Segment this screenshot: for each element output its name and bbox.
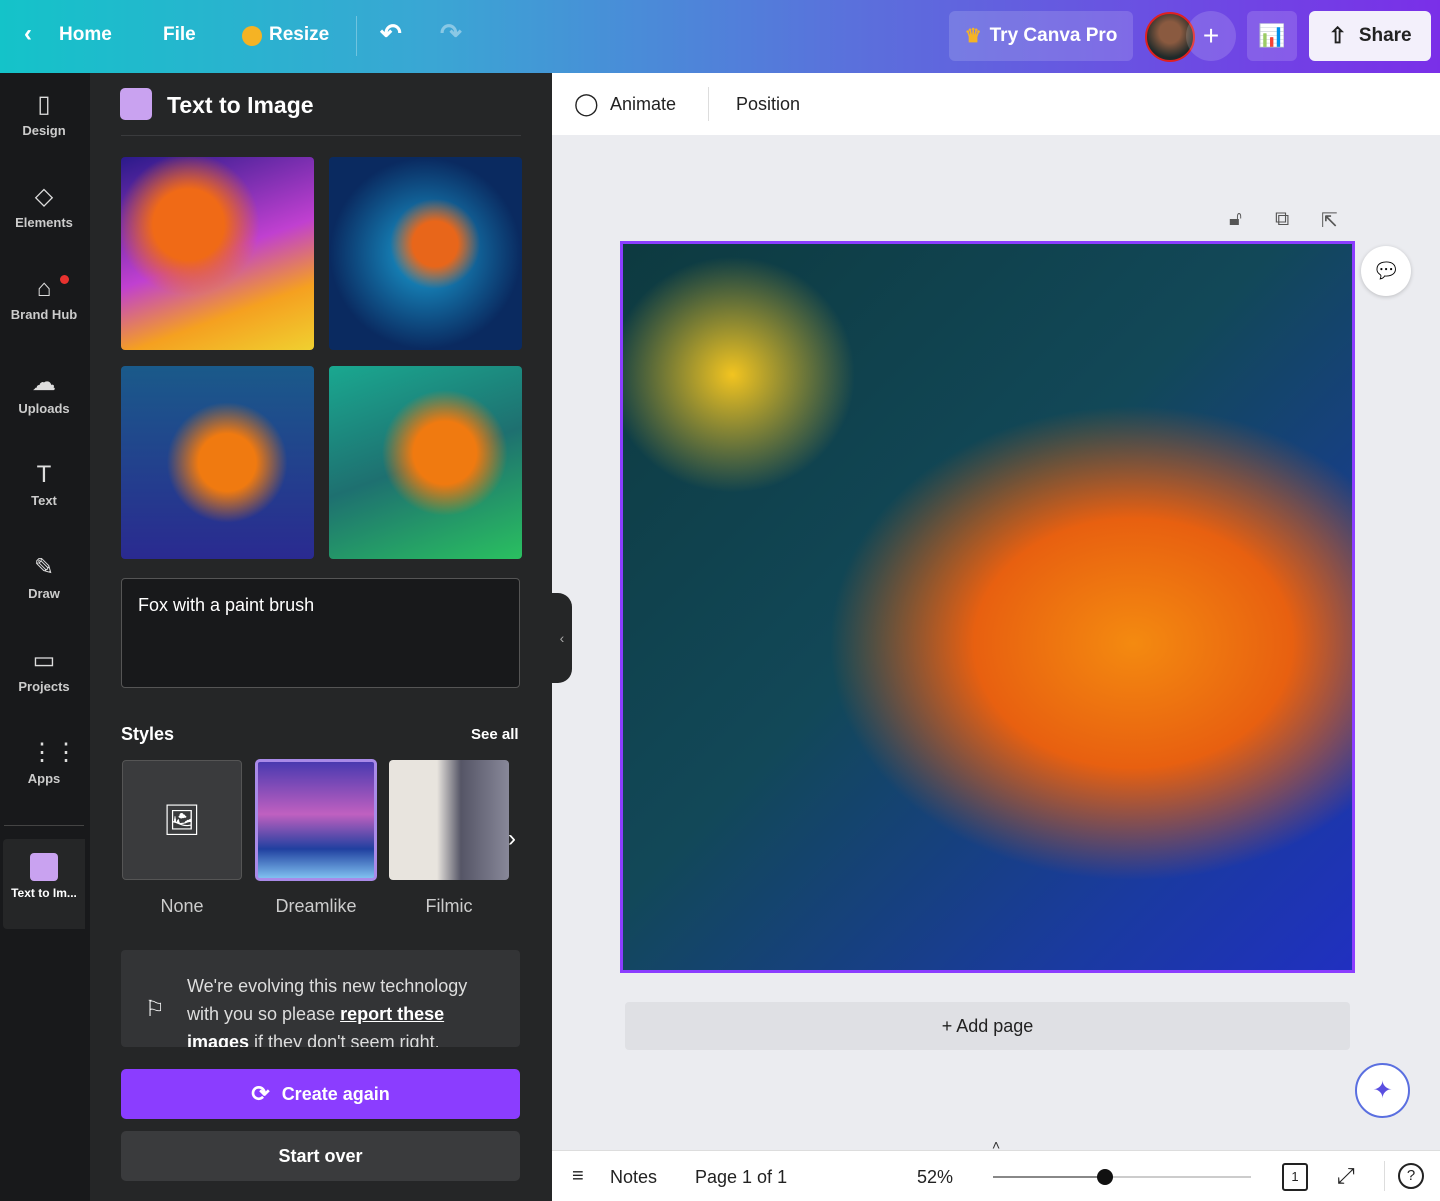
style-dreamlike[interactable] bbox=[255, 759, 377, 881]
add-comment-icon[interactable]: 💬︎ bbox=[1361, 246, 1411, 296]
chevron-right-icon[interactable]: › bbox=[508, 825, 516, 853]
home-button[interactable]: Home bbox=[59, 24, 112, 46]
duplicate-icon[interactable]: ⧉ bbox=[1275, 208, 1289, 231]
divider bbox=[4, 825, 84, 826]
page-grid-button[interactable]: 1 bbox=[1282, 1163, 1308, 1191]
position-button[interactable]: Position bbox=[736, 94, 800, 115]
rail-label: Uploads bbox=[18, 401, 70, 416]
see-all-link[interactable]: See all bbox=[471, 726, 519, 743]
style-filmic[interactable] bbox=[389, 760, 509, 880]
image-icon: 🖼 bbox=[162, 803, 202, 837]
start-over-button[interactable]: Start over bbox=[121, 1131, 520, 1181]
panel-title: Text to Image bbox=[167, 92, 314, 118]
create-again-label: Create again bbox=[281, 1083, 390, 1104]
text-to-image-panel: Text to Image Fox with a paint brush Sty… bbox=[90, 73, 572, 1201]
divider bbox=[708, 87, 709, 121]
notes-button[interactable]: Notes bbox=[610, 1167, 657, 1188]
generated-image-2[interactable] bbox=[329, 157, 522, 350]
notice-box: ⚐ We're evolving this new technology wit… bbox=[121, 950, 520, 1047]
style-label: None bbox=[160, 896, 204, 916]
refresh-icon: ⟳ bbox=[251, 1081, 270, 1106]
flag-icon: ⚐ bbox=[145, 996, 165, 1021]
shapes-icon: ◇ bbox=[34, 183, 54, 210]
redo-icon[interactable]: ↷ bbox=[440, 18, 462, 49]
prompt-textarea[interactable]: Fox with a paint brush bbox=[121, 578, 520, 688]
canvas-page-image[interactable] bbox=[620, 241, 1355, 973]
draw-icon: ✎ bbox=[33, 554, 55, 581]
divider bbox=[356, 16, 357, 56]
brand-icon: ⌂ bbox=[36, 275, 52, 302]
try-canva-pro-button[interactable]: ♛ Try Canva Pro bbox=[949, 11, 1133, 61]
share-label: Share bbox=[1358, 25, 1412, 46]
share-button[interactable]: ⇧ Share bbox=[1309, 11, 1431, 61]
top-bar: ‹ Home File Resize ↶ ↷ ♛ Try Canva Pro + … bbox=[0, 0, 1440, 73]
file-menu[interactable]: File bbox=[163, 24, 196, 46]
upload-share-icon: ⇧ bbox=[1328, 23, 1347, 48]
chevron-up-icon[interactable]: ˄ bbox=[992, 1137, 1000, 1153]
cloud-upload-icon: ☁ bbox=[32, 369, 56, 396]
add-collaborator-button[interactable]: + bbox=[1186, 11, 1236, 61]
rail-item-text[interactable]: T Text bbox=[0, 443, 88, 533]
rail-item-design[interactable]: ▯ Design bbox=[0, 73, 88, 163]
apps-grid-icon: ⋮⋮ bbox=[30, 739, 78, 766]
analytics-icon[interactable]: 📊 bbox=[1247, 11, 1297, 61]
side-rail: ▯ Design ◇ Elements ⌂ Brand Hub ☁ Uploads TT… bbox=[0, 73, 90, 1201]
rail-item-draw[interactable]: ✎ Draw bbox=[0, 536, 88, 626]
rail-label: Text bbox=[31, 493, 57, 508]
style-label: Dreamlike bbox=[275, 896, 357, 916]
style-none[interactable]: 🖼 bbox=[122, 760, 242, 880]
rail-label: Projects bbox=[18, 679, 70, 694]
rail-item-projects[interactable]: ▭ Projects bbox=[0, 629, 88, 719]
try-pro-label: Try Canva Pro bbox=[989, 25, 1118, 46]
text-to-image-app-icon bbox=[120, 88, 152, 120]
folder-icon: ▭ bbox=[32, 647, 56, 674]
undo-icon[interactable]: ↶ bbox=[380, 18, 402, 49]
add-page-button[interactable]: + Add page bbox=[625, 1002, 1350, 1050]
fullscreen-icon[interactable]: ⤢ bbox=[1337, 1163, 1355, 1189]
zoom-slider-thumb[interactable] bbox=[1096, 1169, 1113, 1185]
text-icon: T bbox=[36, 461, 52, 488]
divider bbox=[121, 135, 521, 136]
animate-button[interactable]: Animate bbox=[610, 94, 676, 115]
rail-label: Text to Im... bbox=[11, 886, 77, 900]
back-chevron-icon[interactable]: ‹ bbox=[24, 20, 32, 48]
collapse-panel-handle[interactable]: ‹ bbox=[552, 593, 572, 683]
rail-label: Brand Hub bbox=[10, 307, 78, 322]
generated-image-1[interactable] bbox=[121, 157, 314, 350]
notification-dot bbox=[60, 275, 69, 284]
layout-icon: ▯ bbox=[37, 91, 51, 118]
create-again-button[interactable]: ⟳ Create again bbox=[121, 1069, 520, 1119]
style-label: Filmic bbox=[425, 896, 473, 916]
zoom-level[interactable]: 52% bbox=[917, 1167, 953, 1188]
styles-heading: Styles bbox=[121, 724, 175, 744]
crown-icon: ♛ bbox=[964, 25, 982, 47]
crown-icon bbox=[242, 26, 262, 46]
rail-item-apps[interactable]: ⋮⋮ Apps bbox=[0, 721, 88, 811]
generated-image-4[interactable] bbox=[329, 366, 522, 559]
rail-item-elements[interactable]: ◇ Elements bbox=[0, 165, 88, 255]
bottom-bar: ˄ ≡ Notes Page 1 of 1 52% 1 ⤢ ? bbox=[552, 1137, 1440, 1201]
generated-image-3[interactable] bbox=[121, 366, 314, 559]
notice-text: if they don't seem right. bbox=[249, 1032, 440, 1047]
add-page-icon[interactable]: ⇱ bbox=[1321, 208, 1338, 233]
divider bbox=[1384, 1161, 1385, 1191]
editor-toolbar: ◯ Animate Position bbox=[552, 73, 1440, 135]
help-icon[interactable]: ? bbox=[1398, 1163, 1424, 1189]
rail-label: Elements bbox=[15, 215, 73, 230]
rail-item-brand-hub[interactable]: ⌂ Brand Hub bbox=[0, 257, 88, 347]
rail-item-uploads[interactable]: ☁ Uploads bbox=[0, 351, 88, 441]
page-indicator: Page 1 of 1 bbox=[695, 1167, 788, 1187]
rail-label: Draw bbox=[28, 586, 60, 601]
zoom-slider[interactable] bbox=[993, 1169, 1251, 1185]
animate-icon: ◯ bbox=[574, 91, 599, 116]
rail-label: Apps bbox=[27, 771, 61, 786]
rail-item-text-to-image[interactable]: Text to Im... bbox=[3, 839, 85, 929]
magic-assistant-icon[interactable]: ✦ bbox=[1355, 1063, 1410, 1118]
rail-label: Design bbox=[22, 123, 66, 138]
notes-icon: ≡ bbox=[572, 1165, 584, 1187]
lock-icon[interactable]: 🔓︎ bbox=[1229, 208, 1242, 231]
text-to-image-icon bbox=[30, 853, 58, 881]
resize-button[interactable]: Resize bbox=[269, 24, 329, 46]
